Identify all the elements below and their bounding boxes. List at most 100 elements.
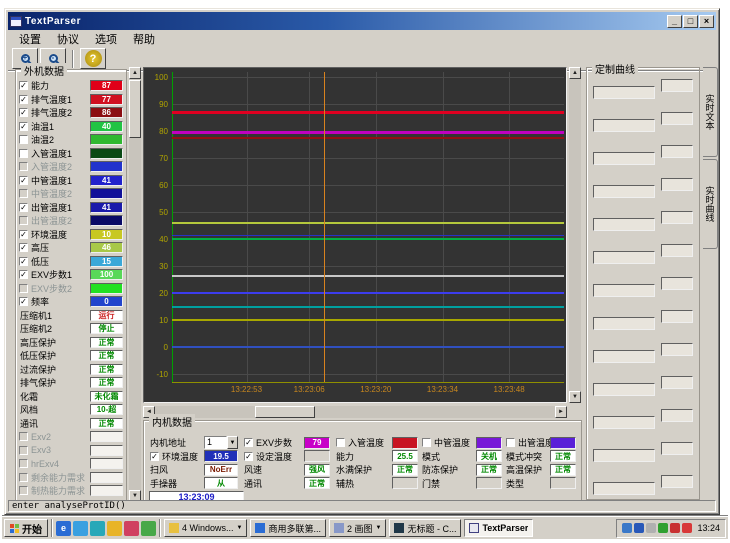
- scroll-up-icon[interactable]: ▲: [569, 67, 581, 79]
- checkbox[interactable]: [19, 162, 28, 171]
- curve-value-field-2[interactable]: [661, 145, 693, 158]
- antivirus-tray-icon[interactable]: [670, 523, 680, 533]
- checkbox[interactable]: ✓: [19, 230, 28, 239]
- menu-item-1[interactable]: 协议: [50, 30, 86, 48]
- folder-icon[interactable]: [107, 521, 122, 536]
- indoor-address-dropdown[interactable]: 1▼: [204, 436, 238, 449]
- minimize-button[interactable]: _: [667, 15, 682, 28]
- curve-value-field-7[interactable]: [661, 310, 693, 323]
- checkbox[interactable]: [506, 438, 515, 447]
- curve-value-field-1[interactable]: [661, 112, 693, 125]
- help-button[interactable]: ?: [80, 48, 106, 69]
- outdoor-status-8: 通讯正常: [19, 417, 123, 431]
- checkbox[interactable]: ✓: [19, 122, 28, 131]
- checkbox[interactable]: ✓: [19, 176, 28, 185]
- task-button-2[interactable]: 2 画图▼: [329, 519, 386, 537]
- checkbox[interactable]: ✓: [19, 297, 28, 306]
- checkbox[interactable]: ✓: [244, 452, 253, 461]
- indoor-label-g2-r1: 能力: [336, 450, 390, 463]
- curve-name-field-10[interactable]: [593, 416, 655, 429]
- checkbox[interactable]: [19, 216, 28, 225]
- curve-value-field-0[interactable]: [661, 79, 693, 92]
- checkbox[interactable]: [19, 432, 28, 441]
- checkbox[interactable]: [19, 284, 28, 293]
- scrollbar-thumb[interactable]: [129, 80, 141, 138]
- scroll-right-icon[interactable]: ►: [555, 406, 567, 418]
- curve-name-field-9[interactable]: [593, 383, 655, 396]
- checkbox[interactable]: [422, 438, 431, 447]
- task-button-3[interactable]: 无标题 - C...: [389, 519, 461, 537]
- curve-name-field-3[interactable]: [593, 185, 655, 198]
- checkbox[interactable]: [19, 446, 28, 455]
- checkbox[interactable]: [19, 135, 28, 144]
- curve-name-field-8[interactable]: [593, 350, 655, 363]
- checkbox[interactable]: [19, 189, 28, 198]
- checkbox[interactable]: [336, 438, 345, 447]
- checkbox[interactable]: ✓: [150, 452, 159, 461]
- checkbox[interactable]: ✓: [19, 270, 28, 279]
- curve-value-field-10[interactable]: [661, 409, 693, 422]
- volume-tray-icon[interactable]: [646, 523, 656, 533]
- browser-icon[interactable]: e: [56, 521, 71, 536]
- curve-name-field-12[interactable]: [593, 482, 655, 495]
- curve-name-field-11[interactable]: [593, 449, 655, 462]
- alarm-tray-icon[interactable]: [682, 523, 692, 533]
- curve-value-field-6[interactable]: [661, 277, 693, 290]
- checkbox[interactable]: ✓: [19, 243, 28, 252]
- tab-realtime-curves[interactable]: 实时曲线: [703, 159, 718, 249]
- menu-item-3[interactable]: 帮助: [126, 30, 162, 48]
- restore-button[interactable]: □: [683, 15, 698, 28]
- trend-chart[interactable]: 1009080706050403020100-1013:22:5313:23:0…: [143, 67, 567, 403]
- network-tray-icon[interactable]: [658, 523, 668, 533]
- checkbox[interactable]: ✓: [19, 81, 28, 90]
- curve-value-field-4[interactable]: [661, 211, 693, 224]
- curve-name-field-0[interactable]: [593, 86, 655, 99]
- chart-v-scrollbar[interactable]: ▲ ▼: [569, 67, 581, 403]
- tool-icon[interactable]: [141, 521, 156, 536]
- curve-name-field-4[interactable]: [593, 218, 655, 231]
- messenger-icon[interactable]: [73, 521, 88, 536]
- checkbox[interactable]: ✓: [19, 257, 28, 266]
- curve-value-field-3[interactable]: [661, 178, 693, 191]
- modem-tray-icon[interactable]: [622, 523, 632, 533]
- curve-name-field-7[interactable]: [593, 317, 655, 330]
- curve-value-field-11[interactable]: [661, 442, 693, 455]
- curve-value-field-9[interactable]: [661, 376, 693, 389]
- h-scrollbar-thumb[interactable]: [255, 406, 315, 418]
- mail-icon[interactable]: [124, 521, 139, 536]
- task-button-0[interactable]: 4 Windows...▼: [164, 519, 247, 537]
- task-button-4[interactable]: TextParser: [464, 519, 533, 537]
- checkbox[interactable]: ✓: [244, 438, 253, 447]
- checkbox[interactable]: [19, 473, 28, 482]
- chevron-down-icon[interactable]: ▼: [227, 436, 238, 449]
- curve-value-field-5[interactable]: [661, 244, 693, 257]
- task-button-1[interactable]: 商用多联第...: [250, 519, 326, 537]
- checkbox[interactable]: ✓: [19, 95, 28, 104]
- chevron-down-icon[interactable]: ▼: [237, 525, 243, 531]
- messenger-tray-icon[interactable]: [634, 523, 644, 533]
- scroll-up-icon[interactable]: ▲: [129, 67, 141, 79]
- checkbox[interactable]: [19, 149, 28, 158]
- menu-item-0[interactable]: 设置: [12, 30, 48, 48]
- checkbox[interactable]: [19, 459, 28, 468]
- curve-name-field-6[interactable]: [593, 284, 655, 297]
- title-bar[interactable]: TextParser _ □ ×: [8, 12, 716, 30]
- tab-realtime-text[interactable]: 实时文本: [703, 67, 718, 157]
- start-button[interactable]: 开始: [4, 519, 48, 537]
- curve-name-field-2[interactable]: [593, 152, 655, 165]
- left-panel-scrollbar[interactable]: ▲ ▼: [129, 67, 141, 502]
- checkbox[interactable]: ✓: [19, 108, 28, 117]
- chart-h-scrollbar[interactable]: ◄ ►: [143, 406, 567, 418]
- player-icon[interactable]: [90, 521, 105, 536]
- curve-value-field-12[interactable]: [661, 475, 693, 488]
- checkbox[interactable]: [19, 486, 28, 495]
- checkbox[interactable]: ✓: [19, 203, 28, 212]
- menu-item-2[interactable]: 选项: [88, 30, 124, 48]
- close-button[interactable]: ×: [699, 15, 714, 28]
- curve-name-field-5[interactable]: [593, 251, 655, 264]
- chevron-down-icon[interactable]: ▼: [376, 525, 382, 531]
- scroll-down-icon[interactable]: ▼: [569, 391, 581, 403]
- item-label: 出管温度2: [31, 214, 90, 227]
- curve-name-field-1[interactable]: [593, 119, 655, 132]
- curve-value-field-8[interactable]: [661, 343, 693, 356]
